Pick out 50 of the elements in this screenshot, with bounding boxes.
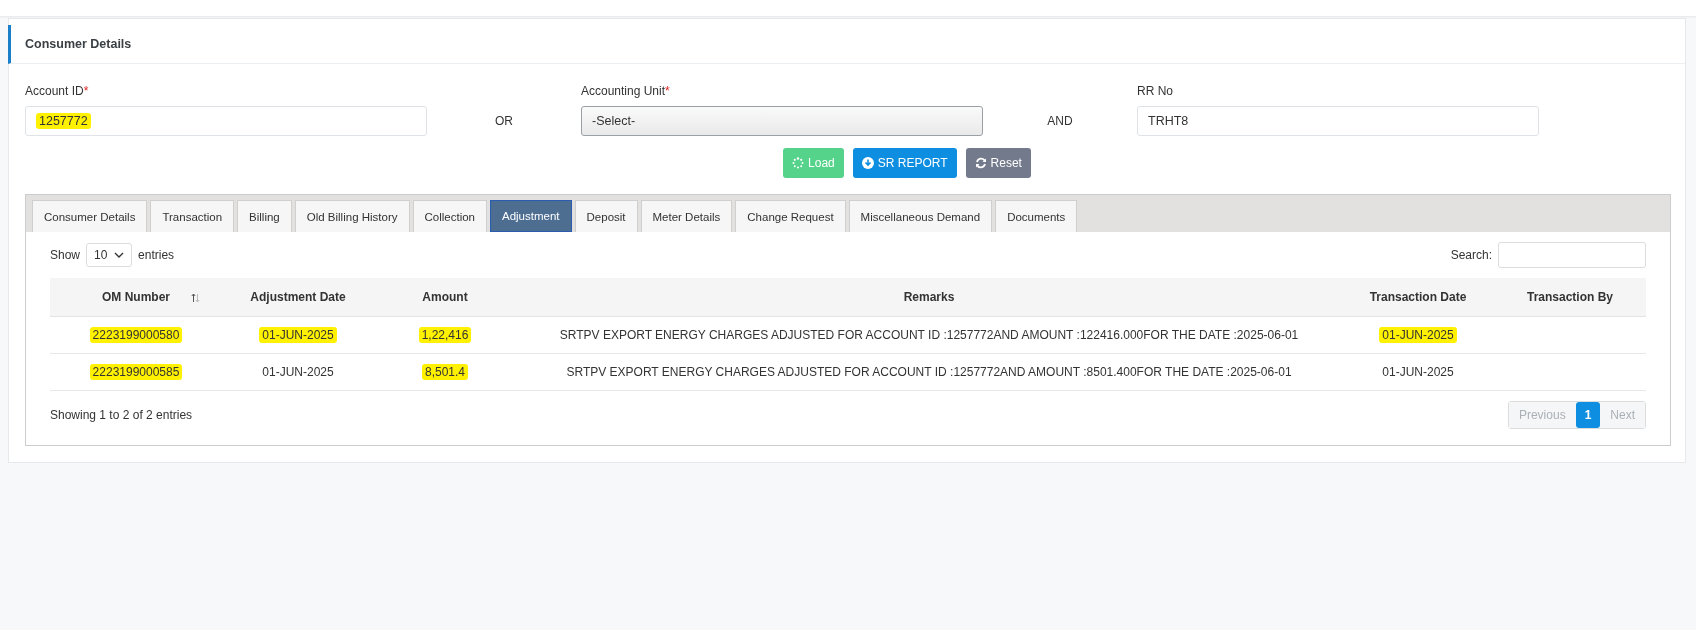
column-header[interactable]: Remarks [516,278,1342,317]
sort-icon [191,293,200,303]
download-icon [861,157,874,169]
tab[interactable]: Billing [237,200,292,232]
reset-button[interactable]: Reset [965,148,1031,178]
column-header[interactable]: Adjustment Date [222,278,374,317]
tab[interactable]: Collection [412,200,487,232]
entries-label: entries [138,248,175,262]
report-button[interactable]: SR REPORT [852,148,957,178]
input-field[interactable]: 1257772 [25,106,427,136]
table-cell: 01-JUN-2025 [1342,316,1494,354]
tab[interactable]: Miscellaneous Demand [848,200,993,232]
refresh-icon [974,157,987,169]
page-button[interactable]: 1 [1575,402,1601,428]
table-cell: 2223199000585 [50,353,222,391]
table-cell: 01-JUN-2025 [1342,353,1494,391]
table-cell: 01-JUN-2025 [222,316,374,354]
column-header[interactable]: Transaction By [1494,278,1646,317]
table-cell: 8,501.4 [374,353,516,391]
table-cell: 2223199000580 [50,316,222,354]
table-cell: SRTPV EXPORT ENERGY CHARGES ADJUSTED FOR ACCOUNT ID :1257772AND AMOUNT :122416.000FOR THE DATE :2025-06-01 [516,316,1342,354]
tab[interactable]: Deposit [574,200,638,232]
select-field[interactable]: -Select- [581,106,983,136]
table-cell: 1,22,416 [374,316,516,354]
input-field[interactable]: TRHT8 [1137,106,1539,136]
tab[interactable]: Adjustment [490,200,572,232]
column-header[interactable]: Amount [374,278,516,317]
separator-text: OR [495,114,513,128]
table-cell: 01-JUN-2025 [222,353,374,391]
page-size-select[interactable]: 10 [86,243,133,267]
field-label: Accounting Unit* [581,84,671,98]
column-header[interactable]: Transaction Date [1342,278,1494,317]
search-field[interactable] [1498,242,1646,268]
table-cell: SRTPV EXPORT ENERGY CHARGES ADJUSTED FOR ACCOUNT ID :1257772AND AMOUNT :8501.400FOR THE DATE :2025-06-01 [516,353,1342,391]
tab[interactable]: Documents [995,200,1078,232]
tab[interactable]: Old Billing History [294,200,410,232]
spinner-icon [792,157,805,169]
chevron-down-icon [114,252,125,258]
separator-text: AND [1047,114,1073,128]
tab[interactable]: Change Request [735,200,846,232]
tab[interactable]: Consumer Details [32,200,148,232]
tab[interactable]: Transaction [150,200,235,232]
field-label: Account ID* [25,84,90,98]
entries-info: Showing 1 to 2 of 2 entries [50,408,193,422]
search-label: Search: [1450,248,1492,262]
show-label: Show [50,248,81,262]
field-label: RR No [1137,84,1174,98]
column-header[interactable]: OM Number [50,278,222,317]
panel-title: Consumer Details [25,37,132,51]
tab[interactable]: Meter Details [640,200,733,232]
